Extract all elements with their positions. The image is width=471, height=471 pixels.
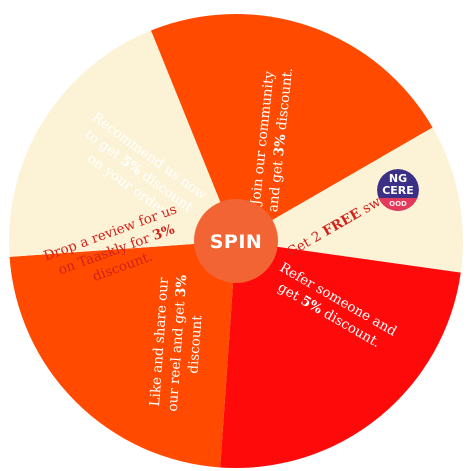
logo-lettering: CERE	[382, 184, 414, 197]
spin-wheel-stage: Join our community and get 3% discount. Ge…	[0, 0, 471, 471]
segment-label-highlight: 3%	[271, 133, 289, 157]
spin-label[interactable]: SPIN	[210, 231, 263, 253]
logo-lettering: OOD	[389, 200, 407, 208]
prize-wheel[interactable]: Join our communityand get 3% discount.Ge…	[0, 0, 471, 471]
segment-label-highlight: 3%	[173, 274, 191, 297]
spin-button[interactable]: SPIN	[194, 199, 278, 283]
